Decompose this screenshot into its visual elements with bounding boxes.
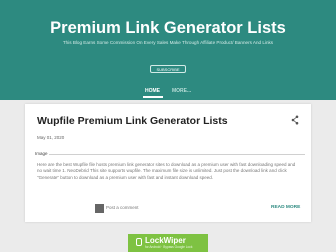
ad-tagline: for Android · Bypass Google Lock: [145, 245, 193, 249]
image-divider: [49, 154, 305, 155]
comment-avatar-icon: [95, 204, 104, 213]
read-more-link[interactable]: READ MORE: [271, 205, 300, 210]
post-image-placeholder: Image: [35, 151, 48, 156]
nav-active-indicator: [143, 96, 163, 98]
site-title[interactable]: Premium Link Generator Lists: [0, 19, 336, 38]
ad-banner[interactable]: LockWiper for Android · Bypass Google Lo…: [128, 234, 208, 252]
post-card: Wupfile Premium Link Generator Lists May…: [25, 104, 311, 222]
ad-product-name: LockWiper: [145, 236, 186, 245]
post-comment-link[interactable]: Post a comment: [106, 205, 139, 210]
blog-header: Premium Link Generator Lists This Blog E…: [0, 0, 336, 100]
lock-icon: [136, 238, 142, 246]
nav-home-tab[interactable]: HOME: [145, 88, 160, 94]
nav-more-tab[interactable]: MORE...: [172, 88, 191, 94]
site-description: This Blog Earns Some Commission On Every…: [62, 40, 274, 45]
post-date: May 01, 2020: [37, 135, 65, 140]
post-snippet: Here are the best Wupfile file hosts pre…: [37, 162, 296, 180]
post-title[interactable]: Wupfile Premium Link Generator Lists: [37, 115, 228, 127]
subscribe-button[interactable]: SUBSCRIBE: [150, 65, 186, 73]
share-icon[interactable]: [291, 115, 299, 125]
